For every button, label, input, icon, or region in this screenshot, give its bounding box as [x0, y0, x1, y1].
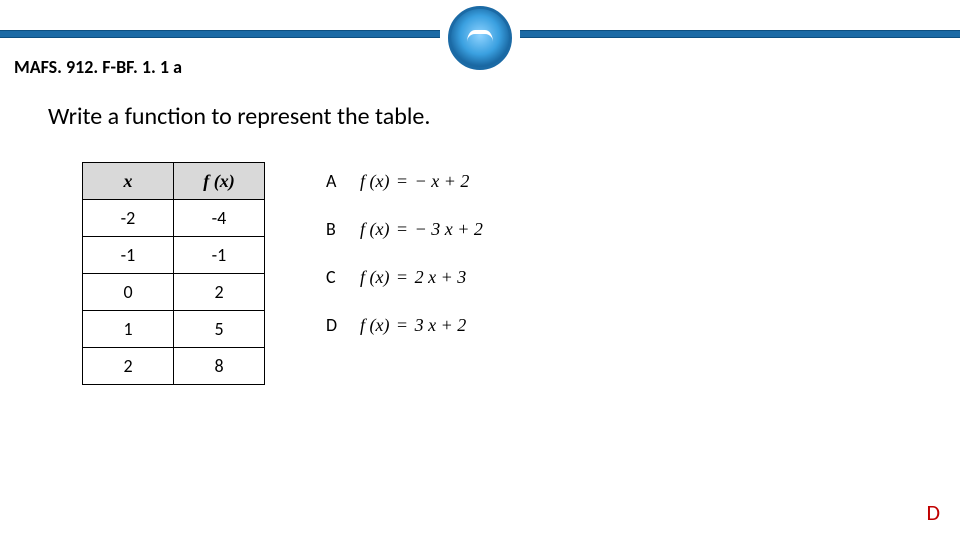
cell-fx: -4 [174, 200, 265, 237]
choice-d: D f (x) = 3 x + 2 [326, 314, 483, 336]
data-table: x f (x) -2 -4 -1 -1 0 2 1 5 2 8 [82, 162, 265, 385]
school-logo-icon [448, 6, 512, 70]
choice-a: A f (x) = − x + 2 [326, 170, 483, 192]
hr-left [0, 30, 440, 38]
cell-x: -1 [83, 237, 174, 274]
choice-letter: C [326, 266, 360, 288]
cell-x: 0 [83, 274, 174, 311]
answer-choices: A f (x) = − x + 2 B f (x) = − 3 x + 2 C … [326, 170, 483, 362]
cell-x: 1 [83, 311, 174, 348]
choice-letter: D [326, 314, 360, 336]
hr-right [520, 30, 960, 38]
table-row: -1 -1 [83, 237, 265, 274]
cell-fx: 5 [174, 311, 265, 348]
choice-expression: f (x) = 2 x + 3 [360, 267, 466, 288]
choice-letter: B [326, 218, 360, 240]
question-prompt: Write a function to represent the table. [48, 102, 430, 131]
cell-x: 2 [83, 348, 174, 385]
cell-fx: 2 [174, 274, 265, 311]
cell-fx: 8 [174, 348, 265, 385]
table-row: 2 8 [83, 348, 265, 385]
choice-expression: f (x) = 3 x + 2 [360, 315, 466, 336]
table-header-row: x f (x) [83, 163, 265, 200]
table-row: 0 2 [83, 274, 265, 311]
choice-c: C f (x) = 2 x + 3 [326, 266, 483, 288]
table-row: -2 -4 [83, 200, 265, 237]
choice-b: B f (x) = − 3 x + 2 [326, 218, 483, 240]
table-row: 1 5 [83, 311, 265, 348]
cell-fx: -1 [174, 237, 265, 274]
cell-x: -2 [83, 200, 174, 237]
col-header-x: x [83, 163, 174, 200]
col-header-fx: f (x) [174, 163, 265, 200]
correct-answer: D [926, 499, 940, 526]
choice-expression: f (x) = − x + 2 [360, 171, 469, 192]
choice-letter: A [326, 170, 360, 192]
standard-code: MAFS. 912. F-BF. 1. 1 a [14, 56, 182, 78]
choice-expression: f (x) = − 3 x + 2 [360, 219, 483, 240]
